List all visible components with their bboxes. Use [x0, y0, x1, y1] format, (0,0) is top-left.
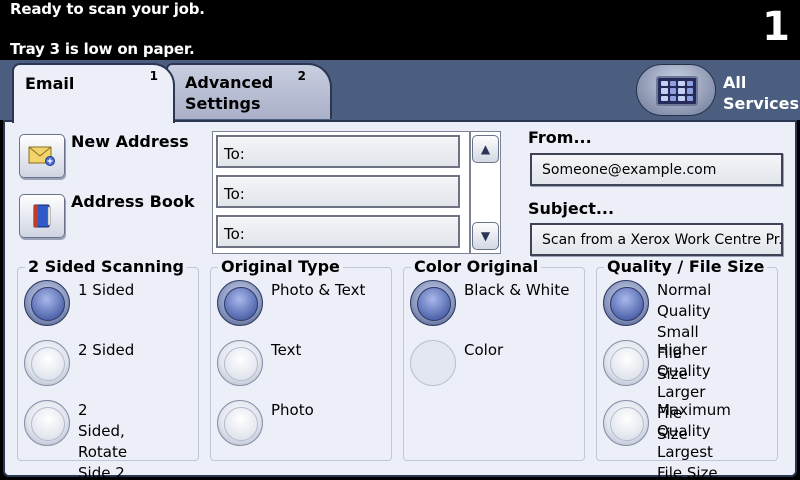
to-field[interactable]: To:: [216, 175, 460, 208]
option-label: Photo: [271, 401, 314, 419]
scroll-down-button[interactable]: ▼: [472, 222, 499, 250]
option-label: Photo & Text: [271, 281, 366, 299]
arrow-down-icon: ▼: [480, 229, 491, 243]
radio-button-selected[interactable]: [410, 280, 456, 326]
radio-button[interactable]: [603, 400, 649, 446]
tab-advanced-settings-number: 2: [297, 69, 306, 83]
status-message: Ready to scan your job.: [10, 0, 205, 18]
radio-button-selected[interactable]: [603, 280, 649, 326]
radio-button[interactable]: [24, 400, 70, 446]
email-panel: New Address Address Book To: To: To: ▲ ▼…: [3, 120, 797, 480]
tab-email[interactable]: Email 1: [12, 63, 175, 123]
subject-label: Subject...: [528, 199, 615, 218]
radio-button-selected[interactable]: [217, 280, 263, 326]
radio-button-selected[interactable]: [24, 280, 70, 326]
from-field[interactable]: Someone@example.com: [530, 153, 783, 186]
quality-file-size-title: Quality / File Size: [604, 257, 768, 276]
radio-button[interactable]: [603, 340, 649, 386]
option-label: 2 Sided: [78, 341, 135, 359]
option-label: 1 Sided: [78, 281, 135, 299]
color-original-title: Color Original: [411, 257, 542, 276]
services-screen-icon: [656, 76, 698, 106]
option-label: Maximum Quality Largest File Size: [657, 401, 731, 480]
tab-email-number: 1: [149, 69, 158, 83]
address-book-icon: [33, 204, 51, 228]
envelope-icon: [28, 146, 55, 166]
recipient-list: To: To: To:: [212, 131, 470, 254]
original-type-title: Original Type: [218, 257, 343, 276]
address-book-label[interactable]: Address Book: [71, 192, 194, 211]
new-address-label[interactable]: New Address: [71, 132, 189, 151]
all-services-button[interactable]: [636, 64, 716, 116]
option-label: 2 Sided, Rotate Side 2: [78, 401, 128, 480]
status-bar: Ready to scan your job. Tray 3 is low on…: [0, 0, 800, 60]
to-field[interactable]: To:: [216, 135, 460, 168]
tab-advanced-settings[interactable]: Advanced Settings 2: [166, 63, 332, 119]
scroll-up-button[interactable]: ▲: [472, 135, 499, 163]
all-services-label: All Services: [723, 73, 800, 113]
arrow-up-icon: ▲: [480, 142, 491, 156]
job-count: 1: [762, 4, 790, 50]
two-sided-scanning-title: 2 Sided Scanning: [25, 257, 187, 276]
recipient-scrollbar[interactable]: ▲ ▼: [470, 131, 501, 254]
all-services[interactable]: All Services: [636, 62, 800, 118]
tab-email-label: Email: [25, 74, 75, 93]
radio-button[interactable]: [217, 340, 263, 386]
status-warning: Tray 3 is low on paper.: [10, 40, 195, 58]
radio-button-disabled: [410, 340, 456, 386]
address-book-button[interactable]: [19, 194, 65, 238]
radio-button[interactable]: [217, 400, 263, 446]
option-label: Black & White: [464, 281, 570, 299]
to-field[interactable]: To:: [216, 215, 460, 248]
new-address-button[interactable]: [19, 134, 65, 178]
radio-button[interactable]: [24, 340, 70, 386]
option-label: Color: [464, 341, 504, 359]
option-label: Text: [271, 341, 302, 359]
subject-field[interactable]: Scan from a Xerox Work Centre Pr...: [530, 223, 783, 256]
tab-advanced-settings-label: Advanced Settings: [185, 73, 274, 113]
from-label: From...: [528, 128, 592, 147]
